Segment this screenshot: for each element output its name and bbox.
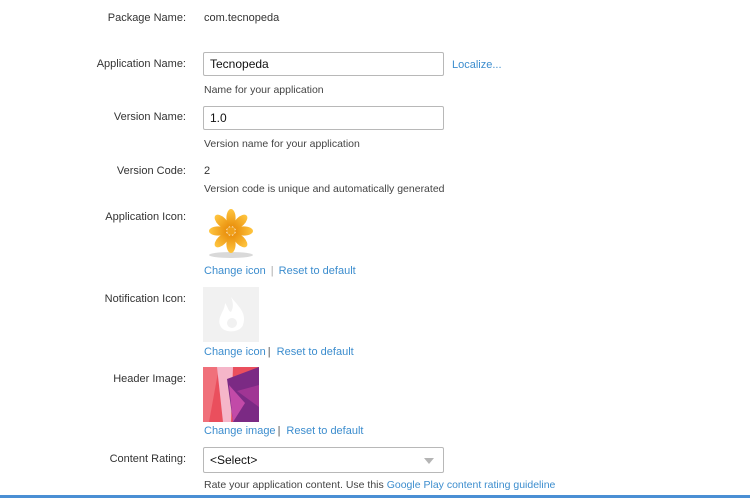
application-name-input[interactable] [203, 52, 444, 76]
content-rating-selected: <Select> [210, 453, 258, 467]
chevron-down-icon [424, 458, 434, 464]
separator: | [277, 425, 281, 437]
change-header-image-link[interactable]: Change image [204, 425, 276, 437]
flower-icon [209, 209, 253, 258]
header-artwork-icon [203, 367, 259, 422]
notification-icon-image [203, 287, 259, 342]
header-image-actions: Change image | Reset to default [204, 425, 363, 437]
version-name-hint: Version name for your application [204, 138, 360, 150]
separator: | [270, 265, 274, 277]
application-icon-image [203, 205, 259, 260]
header-image [203, 367, 259, 422]
version-name-label: Version Name: [113, 111, 186, 123]
header-image-label: Header Image: [113, 373, 186, 385]
version-code-value: 2 [204, 165, 211, 177]
separator: | [267, 346, 271, 358]
package-name-value: com.tecnopeda [204, 12, 280, 24]
notification-icon-actions: Change icon | Reset to default [204, 346, 354, 358]
reset-app-icon-link[interactable]: Reset to default [279, 265, 356, 277]
flame-icon [219, 297, 245, 332]
version-code-label: Version Code: [116, 165, 186, 177]
change-notification-icon-link[interactable]: Change icon [204, 346, 266, 358]
reset-notification-icon-link[interactable]: Reset to default [277, 346, 354, 358]
content-rating-hint: Rate your application content. Use this … [204, 479, 555, 491]
version-code-hint: Version code is unique and automatically… [204, 183, 445, 195]
content-rating-label: Content Rating: [109, 453, 186, 465]
application-icon-actions: Change icon | Reset to default [204, 265, 356, 277]
version-name-input[interactable] [203, 106, 444, 130]
application-name-hint: Name for your application [204, 84, 324, 96]
localize-link[interactable]: Localize... [452, 59, 502, 71]
notification-icon-label: Notification Icon: [104, 293, 186, 305]
reset-header-image-link[interactable]: Reset to default [286, 425, 363, 437]
package-name-label: Package Name: [107, 12, 186, 24]
change-app-icon-link[interactable]: Change icon [204, 265, 266, 277]
content-rating-guideline-link[interactable]: Google Play content rating guideline [387, 479, 556, 491]
content-rating-select[interactable]: <Select> [203, 447, 444, 473]
application-icon-label: Application Icon: [105, 211, 186, 223]
application-name-label: Application Name: [96, 58, 186, 70]
content-rating-hint-text: Rate your application content. Use this [204, 479, 384, 491]
